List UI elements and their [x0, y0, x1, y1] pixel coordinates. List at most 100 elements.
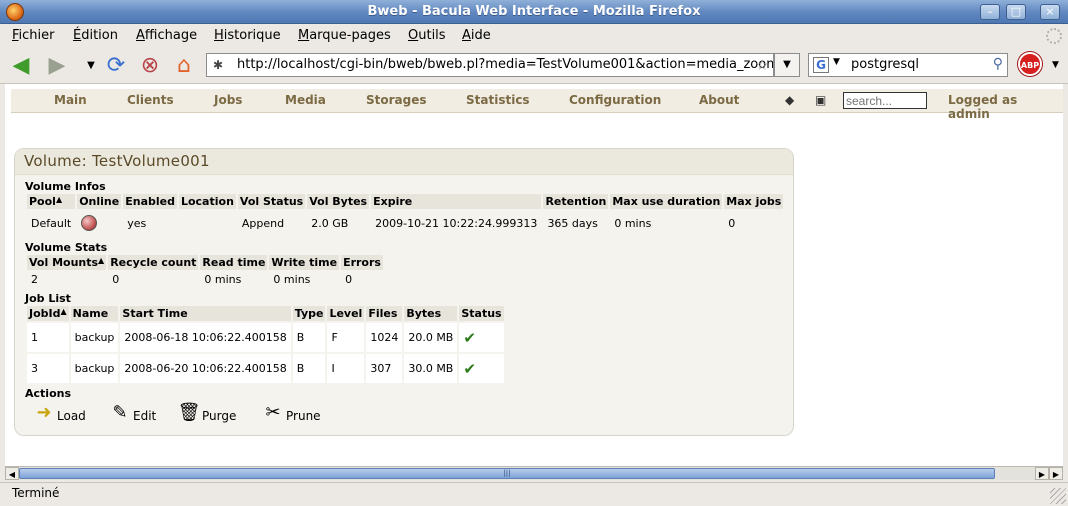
prune-button[interactable]: ✂ Prune [262, 401, 320, 424]
col-expire[interactable]: Expire [371, 194, 542, 209]
volume-panel: Volume: TestVolume001 Volume Infos Pool▲… [14, 148, 794, 436]
cell-bytes: 20.0 MB [404, 323, 458, 352]
status-text: Terminé [12, 486, 60, 500]
load-button[interactable]: ➜ Load [33, 401, 86, 424]
edit-label: Edit [133, 409, 157, 423]
col-type[interactable]: Type [292, 306, 326, 321]
col-jobid[interactable]: JobId▲ [27, 306, 69, 321]
col-online[interactable]: Online [77, 194, 122, 209]
cell-name: backup [70, 354, 119, 383]
offline-status-icon [81, 215, 98, 231]
cell-online [77, 211, 121, 235]
search-icon[interactable]: ⚲ [993, 56, 1003, 72]
col-files[interactable]: Files [366, 306, 403, 321]
resize-grip-icon[interactable] [1050, 488, 1066, 504]
col-errors[interactable]: Errors [341, 255, 383, 270]
scroll-left-icon[interactable]: ◀ [5, 467, 19, 480]
col-vol-status[interactable]: Vol Status [237, 194, 306, 209]
forward-arrow-icon[interactable]: ▶ [44, 52, 70, 78]
load-label: Load [57, 409, 86, 423]
cell-level: F [327, 323, 365, 352]
col-location[interactable]: Location [178, 194, 236, 209]
reload-icon[interactable]: ⟳ [103, 52, 129, 78]
cell-pool: Default [31, 216, 72, 230]
nav-statistics[interactable]: Statistics [466, 93, 530, 107]
close-button[interactable]: × [1040, 4, 1060, 20]
cell-location [179, 211, 236, 235]
url-field[interactable]: ✱ http://localhost/cgi-bin/bweb/bweb.pl?… [206, 53, 774, 77]
scroll-end-icon[interactable]: ▶ [1049, 467, 1063, 480]
nav-storages[interactable]: Storages [366, 93, 427, 107]
minimize-button[interactable]: – [980, 4, 1000, 20]
cell-bytes: 30.0 MB [404, 354, 458, 383]
window-title: Bweb - Bacula Web Interface - Mozilla Fi… [367, 4, 701, 19]
nav-jobs[interactable]: Jobs [214, 93, 242, 107]
scroll-right-icon[interactable]: ▶ [1035, 467, 1049, 480]
tag-icon[interactable]: ◆ [785, 93, 794, 107]
col-max-use-duration[interactable]: Max use duration [610, 194, 723, 209]
maximize-button[interactable]: □ [1006, 4, 1026, 20]
menu-outils[interactable]: Outils [408, 28, 446, 43]
cell-vol-mounts: 2 [31, 273, 38, 286]
search-engine-field[interactable]: G ▼ postgresql ⚲ [808, 53, 1008, 77]
url-dropdown-icon[interactable]: ▼ [774, 53, 800, 77]
adblock-icon[interactable]: ABP [1018, 52, 1042, 76]
logged-in-label: Logged as admin [948, 93, 1018, 121]
col-max-jobs[interactable]: Max jobs [724, 194, 784, 209]
home-icon[interactable]: ⌂ [171, 52, 197, 78]
col-recycle-count[interactable]: Recycle count [108, 255, 199, 270]
cell-max-jobs: 0 [728, 216, 736, 230]
nav-media[interactable]: Media [285, 93, 326, 107]
nav-clients[interactable]: Clients [127, 93, 174, 107]
col-write-time[interactable]: Write time [269, 255, 340, 270]
menu-edition[interactable]: Édition [73, 28, 118, 43]
site-search-input[interactable] [843, 92, 927, 109]
edit-button[interactable]: ✎ Edit [109, 401, 157, 424]
cell-files: 307 [366, 354, 403, 383]
cell-jobid: 3 [27, 354, 69, 383]
table-row[interactable]: 3 backup 2008-06-20 10:06:22.400158 B I … [27, 354, 504, 383]
col-pool[interactable]: Pool▲ [27, 194, 76, 209]
back-arrow-icon[interactable]: ◀ [8, 52, 34, 78]
site-nav-bar: Main Clients Jobs Media Storages Statist… [11, 89, 1063, 121]
purge-button[interactable]: 🗑 Purge [178, 401, 237, 424]
stop-icon[interactable]: ⊗ [137, 52, 163, 78]
adblock-dropdown-icon[interactable]: ▼ [1052, 60, 1059, 70]
col-bytes[interactable]: Bytes [404, 306, 458, 321]
col-level[interactable]: Level [327, 306, 365, 321]
col-read-time[interactable]: Read time [200, 255, 268, 270]
menu-historique[interactable]: Historique [214, 28, 281, 43]
table-row[interactable]: 1 backup 2008-06-18 10:06:22.400158 B F … [27, 323, 504, 352]
success-check-icon: ✔ [463, 359, 476, 378]
google-icon[interactable]: G [813, 57, 829, 73]
edit-icon: ✎ [112, 401, 128, 423]
nav-about[interactable]: About [699, 93, 739, 107]
nav-main[interactable]: Main [54, 93, 87, 107]
status-bar: Terminé [0, 482, 1068, 506]
menu-marque-pages[interactable]: Marque-pages [298, 28, 391, 43]
history-dropdown-icon[interactable]: ▼ [78, 52, 104, 78]
col-retention[interactable]: Retention [543, 194, 609, 209]
menu-affichage[interactable]: Affichage [136, 28, 197, 43]
col-status[interactable]: Status [459, 306, 504, 321]
nav-configuration[interactable]: Configuration [569, 93, 661, 107]
col-name[interactable]: Name [70, 306, 119, 321]
bookmark-star-icon[interactable]: ☆ [756, 56, 769, 74]
col-vol-mounts[interactable]: Vol Mounts▲ [27, 255, 107, 270]
url-text: http://localhost/cgi-bin/bweb/bweb.pl?me… [237, 57, 774, 72]
engine-dropdown-icon[interactable]: ▼ [833, 57, 840, 67]
cell-level: I [327, 354, 365, 383]
menu-bar: Fichier Édition Affichage Historique Mar… [0, 24, 1068, 46]
table-row: 2 0 0 mins 0 mins 0 [27, 272, 383, 287]
scrollbar-thumb[interactable]: ||| [19, 468, 995, 479]
monitor-icon[interactable]: ▣ [815, 93, 826, 107]
col-vol-bytes[interactable]: Vol Bytes [307, 194, 370, 209]
menu-fichier[interactable]: Fichier [12, 28, 55, 43]
menu-aide[interactable]: Aide [462, 28, 491, 43]
col-enabled[interactable]: Enabled [123, 194, 177, 209]
col-start-time[interactable]: Start Time [120, 306, 291, 321]
horizontal-scrollbar[interactable]: ◀ ||| ▶ ▶ [5, 466, 1063, 480]
table-row: Default yes Append 2.0 GB 2009-10-21 10:… [27, 211, 783, 235]
cell-type: B [292, 354, 326, 383]
cell-vol-status: Append [241, 216, 285, 230]
